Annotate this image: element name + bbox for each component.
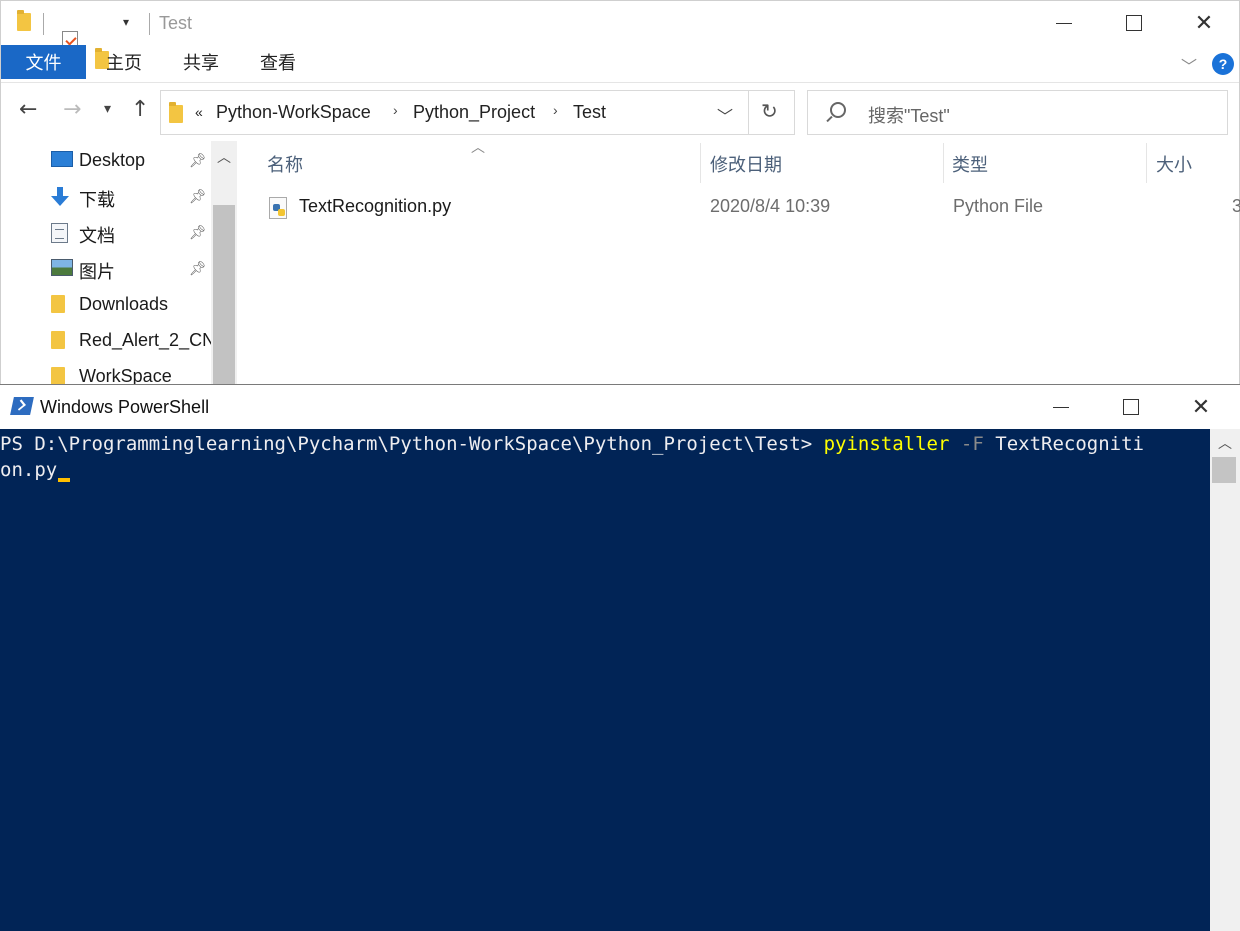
recent-locations-chevron-icon[interactable]: ▾ xyxy=(104,101,111,117)
folder-icon xyxy=(51,295,65,313)
desktop-icon xyxy=(51,151,73,167)
pin-icon: 📌︎ xyxy=(189,224,207,240)
nav-item-desktop[interactable]: Desktop 📌︎ xyxy=(1,143,211,179)
argument: TextRecogniti xyxy=(995,433,1144,455)
column-divider[interactable] xyxy=(700,143,701,183)
nav-item-documents[interactable]: 文档 📌︎ xyxy=(1,215,211,251)
python-file-icon xyxy=(269,197,287,219)
expand-ribbon-chevron-icon[interactable]: ﹀ xyxy=(1181,53,1197,77)
powershell-window: Windows PowerShell ✕ PS D:\Programmingle… xyxy=(0,384,1240,931)
close-icon: ✕ xyxy=(1191,394,1211,420)
address-bar[interactable]: « Python-WorkSpace › Python_Project › Te… xyxy=(160,90,795,135)
file-explorer-window: ▾ Test ✕ 文件 主页 共享 查看 ﹀ ? ← → ▾ ↑ « Pytho… xyxy=(0,0,1240,395)
help-icon[interactable]: ? xyxy=(1212,53,1234,75)
forward-arrow-icon[interactable]: → xyxy=(63,97,81,122)
parameter: -F xyxy=(960,433,984,455)
tab-view[interactable]: 查看 xyxy=(260,45,296,79)
breadcrumb-chevron-icon[interactable]: › xyxy=(393,102,398,118)
minimize-icon xyxy=(1056,22,1072,24)
window-title: Windows PowerShell xyxy=(40,397,210,417)
maximize-icon xyxy=(1123,399,1139,415)
separator xyxy=(149,13,150,35)
close-button[interactable]: ✕ xyxy=(1169,1,1239,45)
powershell-icon xyxy=(10,397,34,415)
breadcrumb-test[interactable]: Test xyxy=(573,102,606,123)
maximize-button[interactable] xyxy=(1099,1,1169,45)
address-overflow[interactable]: « xyxy=(195,104,203,120)
folder-icon xyxy=(169,102,183,123)
download-icon xyxy=(51,187,69,207)
powershell-titlebar: Windows PowerShell ✕ xyxy=(0,385,1240,429)
documents-icon xyxy=(51,223,68,243)
close-button[interactable]: ✕ xyxy=(1166,385,1236,429)
maximize-button[interactable] xyxy=(1096,385,1166,429)
pin-icon: 📌︎ xyxy=(189,260,207,276)
command: pyinstaller xyxy=(823,433,950,455)
search-icon xyxy=(830,102,846,118)
file-date: 2020/8/4 10:39 xyxy=(710,196,831,216)
breadcrumb-chevron-icon[interactable]: › xyxy=(553,102,558,118)
column-divider[interactable] xyxy=(943,143,944,183)
minimize-icon xyxy=(1053,406,1069,408)
folder-icon xyxy=(51,367,65,385)
pin-icon: 📌︎ xyxy=(189,188,207,204)
pin-icon: 📌︎ xyxy=(189,152,207,168)
back-arrow-icon[interactable]: ← xyxy=(19,97,37,122)
nav-item-downloads-cn[interactable]: 下载 📌︎ xyxy=(1,179,211,215)
close-icon: ✕ xyxy=(1194,10,1214,36)
text-cursor xyxy=(58,478,71,482)
navigation-bar: ← → ▾ ↑ « Python-WorkSpace › Python_Proj… xyxy=(1,83,1239,139)
file-type: Python File xyxy=(953,196,1044,216)
address-dropdown-icon[interactable]: ﹀ xyxy=(717,103,733,127)
maximize-icon xyxy=(1126,15,1142,31)
file-size: 3 xyxy=(1232,196,1240,216)
folder-icon xyxy=(17,10,31,31)
minimize-button[interactable] xyxy=(1026,385,1096,429)
up-arrow-icon[interactable]: ↑ xyxy=(131,97,149,122)
nav-item-pictures[interactable]: 图片 📌︎ xyxy=(1,251,211,287)
scrollbar-thumb[interactable] xyxy=(1212,457,1236,483)
column-divider[interactable] xyxy=(1146,143,1147,183)
nav-item-label: Red_Alert_2_CN xyxy=(79,330,211,350)
tab-home[interactable]: 主页 xyxy=(106,45,142,79)
column-header-type[interactable]: 类型 xyxy=(952,151,988,177)
tab-file[interactable]: 文件 xyxy=(1,45,86,79)
file-list: ︿ 名称 修改日期 类型 大小 TextRecognition.py 2020/… xyxy=(237,139,1240,391)
separator xyxy=(43,13,44,35)
nav-item-downloads[interactable]: Downloads xyxy=(1,287,211,323)
breadcrumb-python-project[interactable]: Python_Project xyxy=(413,102,535,123)
argument-wrap: on.py xyxy=(0,459,58,481)
search-box[interactable]: 搜索"Test" xyxy=(807,90,1228,135)
column-header-size[interactable]: 大小 xyxy=(1156,151,1192,177)
search-input[interactable]: 搜索"Test" xyxy=(868,102,950,128)
prompt: PS D:\Programminglearning\Pycharm\Python… xyxy=(0,433,824,455)
console-scrollbar[interactable]: ︿ xyxy=(1210,429,1240,931)
console-line: PS D:\Programminglearning\Pycharm\Python… xyxy=(0,431,1210,457)
divider xyxy=(748,91,749,134)
folder-icon xyxy=(51,331,65,349)
pictures-icon xyxy=(51,259,73,276)
window-title: Test xyxy=(159,13,193,33)
tab-share[interactable]: 共享 xyxy=(183,45,219,79)
quick-access-dropdown-icon[interactable]: ▾ xyxy=(123,15,129,29)
sort-ascending-icon: ︿ xyxy=(471,139,485,155)
explorer-titlebar: ▾ Test ✕ xyxy=(1,1,1239,69)
ribbon: 文件 主页 共享 查看 ﹀ ? xyxy=(1,45,1239,83)
nav-scrollbar[interactable]: ︿ xyxy=(211,141,237,395)
navigation-pane: Desktop 📌︎ 下载 📌︎ 文档 📌︎ 图片 📌︎ Downloads R… xyxy=(1,141,237,395)
console-output[interactable]: PS D:\Programminglearning\Pycharm\Python… xyxy=(0,429,1210,931)
column-header-date[interactable]: 修改日期 xyxy=(710,151,782,177)
refresh-icon[interactable]: ↻ xyxy=(761,99,778,123)
column-header-name[interactable]: 名称 xyxy=(267,151,303,177)
scroll-up-icon[interactable]: ︿ xyxy=(1218,433,1232,453)
scrollbar-thumb[interactable] xyxy=(213,205,235,395)
nav-item-label: Downloads xyxy=(79,294,169,314)
file-name: TextRecognition.py xyxy=(299,196,452,216)
minimize-button[interactable] xyxy=(1029,1,1099,45)
nav-item-red-alert[interactable]: Red_Alert_2_CN xyxy=(1,323,211,359)
file-row[interactable]: TextRecognition.py 2020/8/4 10:39 Python… xyxy=(265,193,1240,225)
console-line: on.py xyxy=(0,457,1210,483)
breadcrumb-python-workspace[interactable]: Python-WorkSpace xyxy=(216,102,371,123)
scroll-up-icon[interactable]: ︿ xyxy=(217,147,231,167)
